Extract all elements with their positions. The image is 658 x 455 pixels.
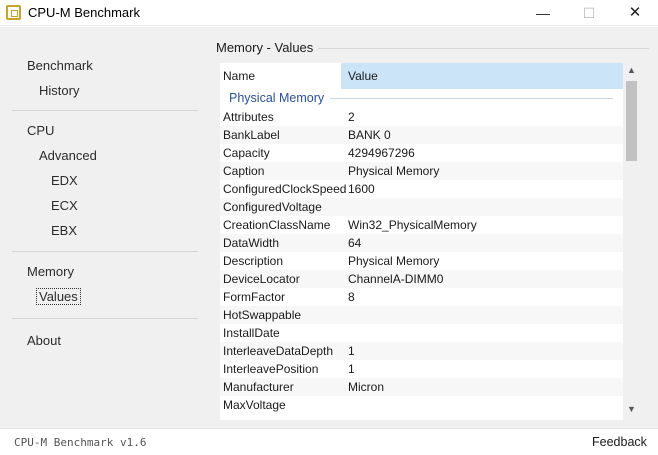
- property-value: Physical Memory: [348, 164, 440, 178]
- app-icon: [6, 5, 21, 20]
- sidebar-item-history[interactable]: History: [39, 83, 79, 98]
- property-name: Description: [223, 254, 284, 268]
- feedback-link[interactable]: Feedback: [592, 435, 647, 449]
- sidebar-item-about[interactable]: About: [27, 333, 61, 348]
- property-value: Physical Memory: [348, 254, 440, 268]
- column-header-value[interactable]: Value: [348, 69, 378, 83]
- property-value: 1: [348, 344, 355, 358]
- section-divider: [318, 48, 649, 49]
- grid-header: Name Value: [220, 63, 623, 89]
- property-name: InstallDate: [223, 326, 280, 340]
- table-row[interactable]: HotSwappable: [220, 306, 623, 324]
- table-row[interactable]: DeviceLocator ChannelA-DIMM0: [220, 270, 623, 288]
- table-row[interactable]: Description Physical Memory: [220, 252, 623, 270]
- table-row[interactable]: Capacity 4294967296: [220, 144, 623, 162]
- version-label: CPU-M Benchmark v1.6: [14, 436, 147, 449]
- table-row[interactable]: Caption Physical Memory: [220, 162, 623, 180]
- property-value: 8: [348, 290, 355, 304]
- table-row[interactable]: InstallDate: [220, 324, 623, 342]
- scroll-down-arrow-icon[interactable]: ▼: [623, 404, 640, 418]
- column-header-value-highlight: [341, 63, 623, 89]
- property-value: Win32_PhysicalMemory: [348, 218, 477, 232]
- window-title: CPU-M Benchmark: [28, 5, 140, 20]
- property-value: 2: [348, 110, 355, 124]
- property-name: Attributes: [223, 110, 274, 124]
- sidebar-item-ecx[interactable]: ECX: [51, 198, 78, 213]
- main-panel: Memory - Values Name Value Physical Memo…: [200, 27, 658, 428]
- property-name: DeviceLocator: [223, 272, 300, 286]
- property-value: 1: [348, 362, 355, 376]
- property-name: Capacity: [223, 146, 270, 160]
- footer-bar: CPU-M Benchmark v1.6 Feedback: [0, 428, 658, 455]
- scroll-up-arrow-icon[interactable]: ▲: [623, 65, 640, 79]
- title-bar: CPU-M Benchmark — ☐ ✕: [0, 0, 658, 26]
- sidebar-divider: [12, 110, 198, 111]
- property-name: InterleavePosition: [223, 362, 319, 376]
- table-row[interactable]: CreationClassName Win32_PhysicalMemory: [220, 216, 623, 234]
- section-title: Memory - Values: [216, 40, 314, 55]
- property-name: ConfiguredClockSpeed: [223, 182, 347, 196]
- sidebar-divider: [12, 251, 198, 252]
- sidebar-item-memory[interactable]: Memory: [27, 264, 74, 279]
- property-value: ChannelA-DIMM0: [348, 272, 444, 286]
- property-value: 64: [348, 236, 362, 250]
- property-value: BANK 0: [348, 128, 391, 142]
- grid-rows: Attributes 2 BankLabel BANK 0 Capacity 4294…: [220, 108, 623, 414]
- table-row[interactable]: DataWidth 64: [220, 234, 623, 252]
- sidebar-item-edx[interactable]: EDX: [51, 173, 78, 188]
- table-row[interactable]: ConfiguredVoltage: [220, 198, 623, 216]
- property-name: Manufacturer: [223, 380, 294, 394]
- property-value: Micron: [348, 380, 385, 394]
- group-divider: [330, 98, 613, 99]
- table-row[interactable]: Attributes 2: [220, 108, 623, 126]
- property-name: Caption: [223, 164, 265, 178]
- property-name: CreationClassName: [223, 218, 331, 232]
- property-name: HotSwappable: [223, 308, 302, 322]
- column-header-name[interactable]: Name: [223, 69, 255, 83]
- property-name: FormFactor: [223, 290, 286, 304]
- table-row[interactable]: FormFactor 8: [220, 288, 623, 306]
- sidebar-item-benchmark[interactable]: Benchmark: [27, 58, 93, 73]
- table-row[interactable]: Manufacturer Micron: [220, 378, 623, 396]
- table-row[interactable]: MaxVoltage: [220, 396, 623, 414]
- property-name: ConfiguredVoltage: [223, 200, 322, 214]
- sidebar-item-values[interactable]: Values: [36, 288, 81, 305]
- table-row[interactable]: InterleavePosition 1: [220, 360, 623, 378]
- property-grid[interactable]: Name Value Physical Memory Attributes 2 B…: [220, 63, 623, 420]
- sidebar-item-advanced[interactable]: Advanced: [39, 148, 97, 163]
- property-value: 1600: [348, 182, 375, 196]
- table-row[interactable]: BankLabel BANK 0: [220, 126, 623, 144]
- property-name: BankLabel: [223, 128, 280, 142]
- minimize-button[interactable]: —: [520, 0, 566, 26]
- close-button[interactable]: ✕: [612, 0, 658, 26]
- property-name: InterleaveDataDepth: [223, 344, 334, 358]
- sidebar-item-cpu[interactable]: CPU: [27, 123, 54, 138]
- scroll-thumb[interactable]: [626, 81, 637, 161]
- table-row[interactable]: ConfiguredClockSpeed 1600: [220, 180, 623, 198]
- group-header-physical-memory[interactable]: Physical Memory: [229, 91, 324, 105]
- property-name: MaxVoltage: [223, 398, 286, 412]
- sidebar-divider: [12, 318, 198, 319]
- sidebar-nav: Benchmark History CPU Advanced EDX ECX E…: [0, 27, 200, 428]
- sidebar-item-ebx[interactable]: EBX: [51, 223, 77, 238]
- table-row[interactable]: InterleaveDataDepth 1: [220, 342, 623, 360]
- property-name: DataWidth: [223, 236, 280, 250]
- vertical-scrollbar[interactable]: ▲ ▼: [623, 63, 640, 420]
- maximize-button[interactable]: ☐: [566, 0, 612, 26]
- property-value: 4294967296: [348, 146, 415, 160]
